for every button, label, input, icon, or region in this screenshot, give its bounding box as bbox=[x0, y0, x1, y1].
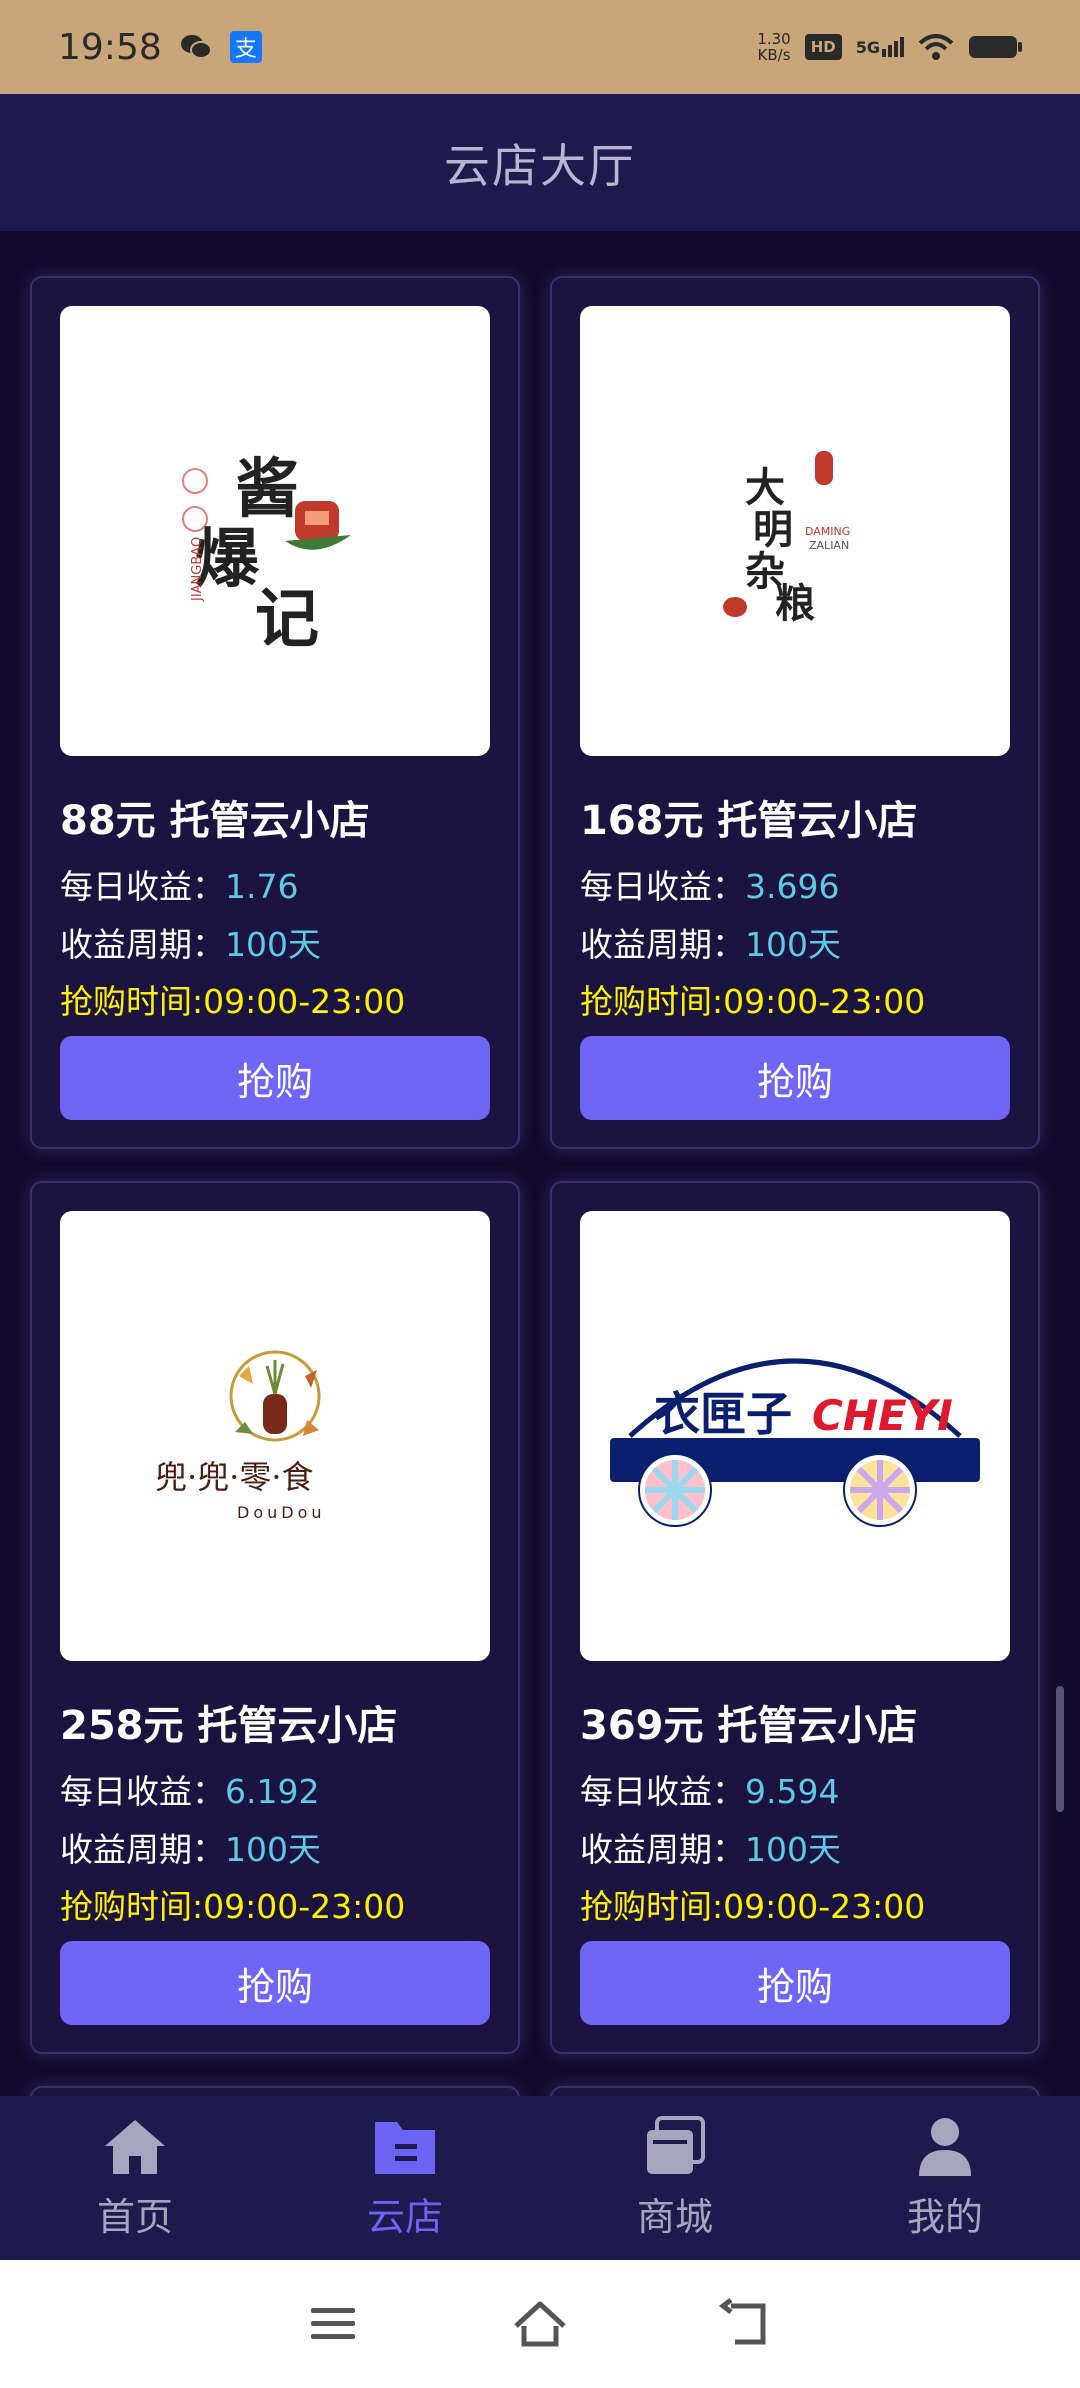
hd-badge: HD bbox=[804, 34, 842, 60]
store-card[interactable]: 大 明 杂 粮 DAMING ZALIAN 168元 托管云小店 每日收益：3.… bbox=[550, 276, 1040, 1149]
income-period-value: 100天 bbox=[745, 925, 841, 964]
income-period-row: 收益周期：100天 bbox=[580, 918, 841, 966]
daily-income-row: 每日收益：9.594 bbox=[580, 1765, 839, 1813]
svg-text:记: 记 bbox=[255, 582, 319, 657]
tab-mall[interactable]: 商城 bbox=[540, 2096, 810, 2260]
tab-label: 云店 bbox=[366, 2194, 443, 2239]
card-title: 168元 托管云小店 bbox=[580, 798, 918, 844]
tab-label: 我的 bbox=[906, 2194, 983, 2239]
svg-text:兜·兜·零·食: 兜·兜·零·食 bbox=[155, 1458, 314, 1496]
store-card[interactable]: 酱 爆 记 JIANGBAO 88元 托管云小店 每日收益：1.76 收益周期：… bbox=[30, 276, 520, 1149]
cheyi-logo: 衣匣子 CHEYI bbox=[610, 1358, 980, 1527]
buy-time: 抢购时间:09:00-23:00 bbox=[60, 1887, 406, 1926]
income-period-label: 收益周期： bbox=[60, 925, 225, 964]
tab-home[interactable]: 首页 bbox=[0, 2096, 270, 2260]
tab-cloud-store[interactable]: 云店 bbox=[270, 2096, 540, 2260]
buy-time: 抢购时间:09:00-23:00 bbox=[60, 982, 406, 1021]
store-grid[interactable]: 酱 爆 记 JIANGBAO 88元 托管云小店 每日收益：1.76 收益周期：… bbox=[0, 231, 1080, 2096]
income-period-label: 收益周期： bbox=[60, 1830, 225, 1869]
daily-income-value: 9.594 bbox=[745, 1772, 840, 1811]
buy-button[interactable]: 抢购 bbox=[580, 1036, 1010, 1120]
network-type: 5G bbox=[855, 38, 880, 57]
daily-income-row: 每日收益：1.76 bbox=[60, 860, 298, 908]
income-period-value: 100天 bbox=[225, 925, 321, 964]
store-card-partial[interactable] bbox=[30, 2086, 520, 2096]
store-card-partial[interactable] bbox=[550, 2086, 1040, 2096]
buy-time: 抢购时间:09:00-23:00 bbox=[580, 1887, 926, 1926]
status-right: 1.30 KB/s HD 5G bbox=[757, 31, 1024, 63]
store-logo-image: 酱 爆 记 JIANGBAO bbox=[60, 306, 490, 756]
income-period-value: 100天 bbox=[225, 1830, 321, 1869]
daily-income-value: 3.696 bbox=[745, 867, 840, 906]
daily-income-label: 每日收益： bbox=[580, 867, 745, 906]
income-period-row: 收益周期：100天 bbox=[60, 918, 321, 966]
svg-text:衣匣子: 衣匣子 bbox=[654, 1387, 792, 1441]
daily-income-label: 每日收益： bbox=[60, 867, 225, 906]
user-icon bbox=[919, 2117, 971, 2176]
daily-income-value: 1.76 bbox=[225, 867, 299, 906]
home-icon bbox=[105, 2119, 165, 2174]
svg-text:粮: 粮 bbox=[775, 580, 815, 627]
home-nav-icon[interactable] bbox=[512, 2296, 568, 2352]
speed-unit: KB/s bbox=[757, 46, 791, 64]
income-period-label: 收益周期： bbox=[580, 925, 745, 964]
bottom-tab-bar: 首页 云店 商城 我的 bbox=[0, 2096, 1080, 2260]
daming-logo: 大 明 杂 粮 DAMING ZALIAN bbox=[723, 451, 850, 627]
svg-text:ZALIAN: ZALIAN bbox=[809, 539, 849, 552]
system-nav-bar bbox=[0, 2260, 1080, 2388]
card-title: 258元 托管云小店 bbox=[60, 1703, 398, 1749]
scrollbar-thumb[interactable] bbox=[1056, 1686, 1064, 1812]
tab-label: 首页 bbox=[96, 2194, 173, 2239]
svg-text:DouDou: DouDou bbox=[237, 1503, 326, 1522]
page-title: 云店大厅 bbox=[444, 138, 636, 193]
svg-text:大: 大 bbox=[745, 464, 785, 511]
menu-icon[interactable] bbox=[305, 2296, 361, 2352]
svg-text:DAMING: DAMING bbox=[805, 525, 850, 538]
buy-time: 抢购时间:09:00-23:00 bbox=[580, 982, 926, 1021]
status-bar: 19:58 支 1.30 KB/s HD 5G bbox=[0, 0, 1080, 94]
folder-icon bbox=[375, 2121, 435, 2174]
speed-value: 1.30 bbox=[757, 30, 791, 48]
status-time: 19:58 bbox=[58, 26, 162, 68]
back-icon[interactable] bbox=[718, 2296, 775, 2352]
daily-income-value: 6.192 bbox=[225, 1772, 320, 1811]
wifi-icon bbox=[918, 34, 954, 60]
tab-label: 商城 bbox=[636, 2194, 713, 2239]
store-card[interactable]: 兜·兜·零·食 DouDou 258元 托管云小店 每日收益：6.192 收益周… bbox=[30, 1181, 520, 2054]
jiangbao-logo: 酱 爆 记 JIANGBAO bbox=[182, 452, 351, 657]
buy-button[interactable]: 抢购 bbox=[60, 1941, 490, 2025]
income-period-label: 收益周期： bbox=[580, 1830, 745, 1869]
svg-text:CHEYI: CHEYI bbox=[812, 1391, 953, 1440]
income-period-row: 收益周期：100天 bbox=[60, 1823, 321, 1871]
wheel-right bbox=[843, 1453, 917, 1527]
doudou-logo: 兜·兜·零·食 DouDou bbox=[155, 1350, 326, 1522]
network-speed: 1.30 KB/s bbox=[757, 31, 790, 63]
store-card[interactable]: 衣匣子 CHEYI 369元 托管云小店 每日收益：9.594 收益周期：100… bbox=[550, 1181, 1040, 2054]
app-header: 云店大厅 bbox=[0, 94, 1080, 231]
buy-button[interactable]: 抢购 bbox=[580, 1941, 1010, 2025]
income-period-value: 100天 bbox=[745, 1830, 841, 1869]
store-logo-image: 衣匣子 CHEYI bbox=[580, 1211, 1010, 1661]
wheel-left bbox=[638, 1453, 712, 1527]
buy-button[interactable]: 抢购 bbox=[60, 1036, 490, 1120]
income-period-row: 收益周期：100天 bbox=[580, 1823, 841, 1871]
svg-text:明: 明 bbox=[753, 506, 793, 553]
battery-icon bbox=[969, 36, 1022, 58]
card-title: 88元 托管云小店 bbox=[60, 798, 370, 844]
store-logo-image: 大 明 杂 粮 DAMING ZALIAN bbox=[580, 306, 1010, 756]
svg-text:JIANGBAO: JIANGBAO bbox=[190, 537, 205, 602]
signal-icon: 5G bbox=[856, 37, 904, 57]
wechat-icon bbox=[180, 35, 212, 59]
tab-mine[interactable]: 我的 bbox=[810, 2096, 1080, 2260]
store-icon bbox=[647, 2115, 705, 2174]
daily-income-row: 每日收益：6.192 bbox=[60, 1765, 319, 1813]
daily-income-label: 每日收益： bbox=[60, 1772, 225, 1811]
svg-text:酱: 酱 bbox=[235, 452, 299, 527]
card-title: 369元 托管云小店 bbox=[580, 1703, 918, 1749]
store-logo-image: 兜·兜·零·食 DouDou bbox=[60, 1211, 490, 1661]
daily-income-row: 每日收益：3.696 bbox=[580, 860, 839, 908]
daily-income-label: 每日收益： bbox=[580, 1772, 745, 1811]
alipay-icon: 支 bbox=[229, 31, 262, 63]
status-left: 19:58 支 bbox=[58, 27, 262, 68]
